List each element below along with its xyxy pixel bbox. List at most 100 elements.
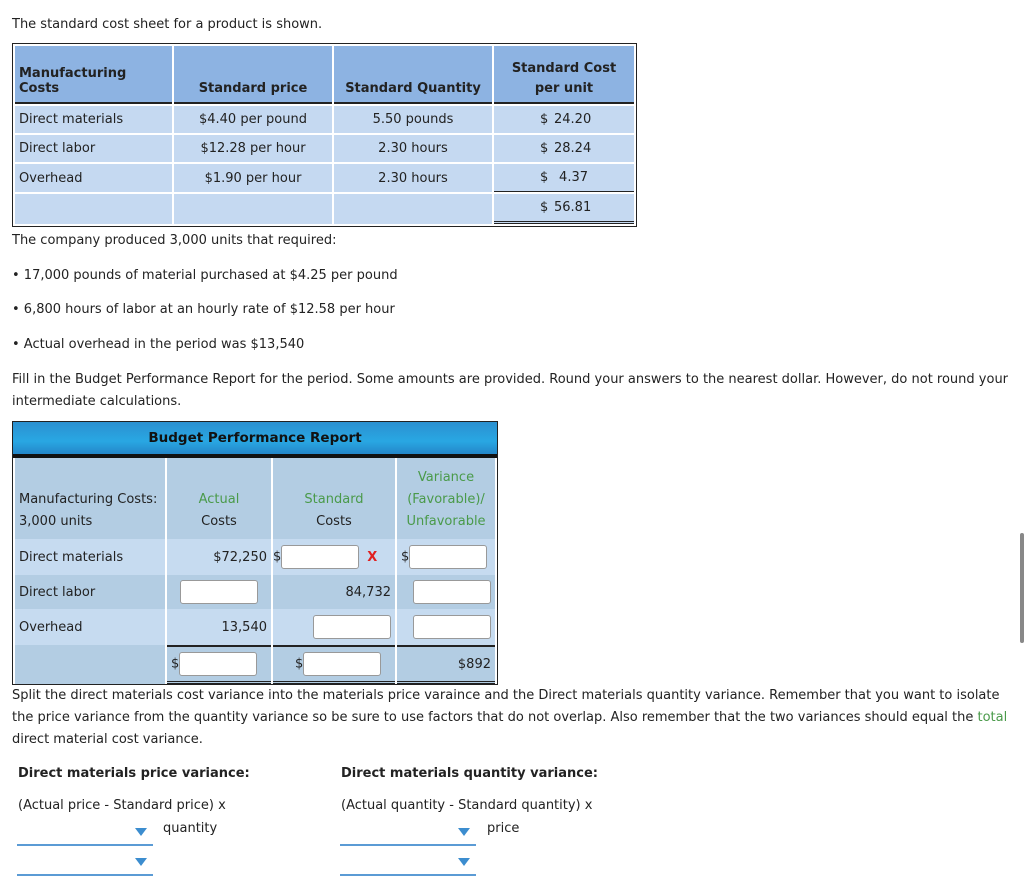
cost-row-overhead: Overhead $1.90 per hour 2.30 hours $4.37: [15, 164, 634, 192]
currency-symbol: $: [273, 549, 282, 565]
total-standard-cost: $56.81: [494, 194, 634, 224]
quantity-variance-suffix: price: [487, 821, 520, 836]
variance-cell: $: [397, 539, 495, 575]
standard-cost-input[interactable]: [313, 615, 391, 639]
report-row-direct-labor: Direct labor 84,732: [15, 575, 495, 609]
quantity-variance-dropdown-1[interactable]: [340, 822, 476, 846]
standard-cost: 84,732: [273, 575, 395, 609]
header-line: Actual: [198, 492, 240, 507]
dropdown-arrow-icon: [135, 858, 147, 866]
bullet-materials: • 17,000 pounds of material purchased at…: [12, 268, 398, 283]
currency-symbol: $: [171, 656, 180, 672]
standard-cost: $24.20: [494, 106, 634, 133]
total-link[interactable]: total: [978, 710, 1008, 725]
header-line: 3,000 units: [19, 514, 93, 529]
cost-sheet-header-row: Manufacturing Costs Standard price Stand…: [15, 46, 634, 104]
header-line: Standard: [304, 492, 364, 507]
quantity-variance-formula: (Actual quantity - Standard quantity) x: [341, 798, 593, 813]
row-label: Direct labor: [15, 135, 172, 162]
header-standard-cost-line2: per unit: [534, 81, 594, 96]
header-actual-costs: Actual Costs: [167, 458, 271, 539]
header-line: Costs: [316, 514, 352, 529]
cost-row-direct-labor: Direct labor $12.28 per hour 2.30 hours …: [15, 135, 634, 162]
empty-cell: [15, 645, 165, 684]
currency-symbol: $: [540, 112, 549, 127]
split-text: Split the direct materials cost variance…: [12, 688, 1000, 725]
report-row-overhead: Overhead 13,540: [15, 609, 495, 645]
standard-cost-input[interactable]: [281, 545, 360, 569]
empty-cell: [15, 194, 172, 224]
row-label: Overhead: [15, 609, 165, 645]
production-lead: The company produced 3,000 units that re…: [12, 233, 337, 248]
standard-cost-sheet: Manufacturing Costs Standard price Stand…: [12, 43, 637, 227]
standard-quantity: 5.50 pounds: [334, 106, 492, 133]
actual-cost-input[interactable]: [180, 580, 258, 604]
price-variance-suffix: quantity: [163, 821, 218, 836]
header-line: (Favorable)/: [407, 492, 485, 507]
header-line: Unfavorable: [406, 514, 486, 529]
split-text: direct material cost variance.: [12, 732, 203, 747]
cost-row-direct-materials: Direct materials $4.40 per pound 5.50 po…: [15, 106, 634, 133]
quantity-variance-dropdown-2[interactable]: [340, 852, 476, 876]
bullet-overhead: • Actual overhead in the period was $13,…: [12, 337, 305, 352]
report-row-direct-materials: Direct materials $72,250 $ X $: [15, 539, 495, 575]
total-variance: $892: [397, 645, 495, 684]
cost-row-total: $56.81: [15, 194, 634, 224]
standard-cost-cell: $ X: [273, 539, 395, 575]
price-variance-dropdown-2[interactable]: [17, 852, 153, 876]
row-label: Direct materials: [15, 106, 172, 133]
total-actual-cell: $: [167, 645, 271, 684]
header-standard-cost: Standard Cost per unit: [494, 46, 634, 104]
row-label: Overhead: [15, 164, 172, 192]
row-label: Direct materials: [15, 539, 165, 575]
total-standard-input[interactable]: [303, 652, 382, 676]
actual-cost: $72,250: [167, 539, 271, 575]
standard-price: $4.40 per pound: [174, 106, 332, 133]
currency-symbol: $: [295, 656, 304, 672]
header-standard-cost-line1: Standard Cost: [511, 61, 617, 76]
currency-symbol: $: [540, 141, 549, 156]
header-standard-price: Standard price: [174, 46, 332, 104]
price-variance-dropdown-1[interactable]: [17, 822, 153, 846]
price-variance-title: Direct materials price variance:: [18, 766, 250, 781]
header-manufacturing-costs: Manufacturing Costs: 3,000 units: [15, 458, 165, 539]
empty-cell: [334, 194, 492, 224]
scrollbar[interactable]: [1020, 533, 1024, 643]
intro-text: The standard cost sheet for a product is…: [12, 17, 323, 32]
header-variance: Variance (Favorable)/ Unfavorable: [397, 458, 495, 539]
dropdown-arrow-icon: [458, 858, 470, 866]
row-label: Direct labor: [15, 575, 165, 609]
cost-value: 28.24: [554, 141, 592, 156]
report-header-row: Manufacturing Costs: 3,000 units Actual Co…: [15, 458, 495, 539]
standard-cost-cell: [273, 609, 395, 645]
actual-cost: 13,540: [167, 609, 271, 645]
total-actual-input[interactable]: [179, 652, 258, 676]
currency-symbol: $: [540, 170, 549, 185]
budget-performance-report: Budget Performance Report Manufacturing …: [12, 421, 498, 685]
price-variance-formula: (Actual price - Standard price) x: [18, 798, 226, 813]
bullet-labor: • 6,800 hours of labor at an hourly rate…: [12, 302, 395, 317]
header-standard-quantity: Standard Quantity: [334, 46, 492, 104]
standard-cost: $4.37: [494, 164, 634, 192]
variance-cell: [397, 609, 495, 645]
empty-cell: [174, 194, 332, 224]
header-standard-costs: Standard Costs: [273, 458, 395, 539]
header-line: Variance: [417, 470, 475, 485]
quantity-variance-title: Direct materials quantity variance:: [341, 766, 598, 781]
standard-price: $1.90 per hour: [174, 164, 332, 192]
variance-cell: [397, 575, 495, 609]
total-standard-cell: $: [273, 645, 395, 684]
standard-quantity: 2.30 hours: [334, 164, 492, 192]
standard-quantity: 2.30 hours: [334, 135, 492, 162]
actual-cost-cell: [167, 575, 271, 609]
report-title: Budget Performance Report: [13, 422, 497, 458]
dropdown-arrow-icon: [458, 828, 470, 836]
header-line: Costs: [201, 514, 237, 529]
currency-symbol: $: [540, 200, 549, 215]
variance-input[interactable]: [413, 580, 491, 604]
variance-input[interactable]: [409, 545, 488, 569]
cost-value: 24.20: [554, 112, 592, 127]
variance-input[interactable]: [413, 615, 491, 639]
header-line: Manufacturing Costs:: [19, 492, 158, 507]
currency-symbol: $: [401, 549, 410, 565]
